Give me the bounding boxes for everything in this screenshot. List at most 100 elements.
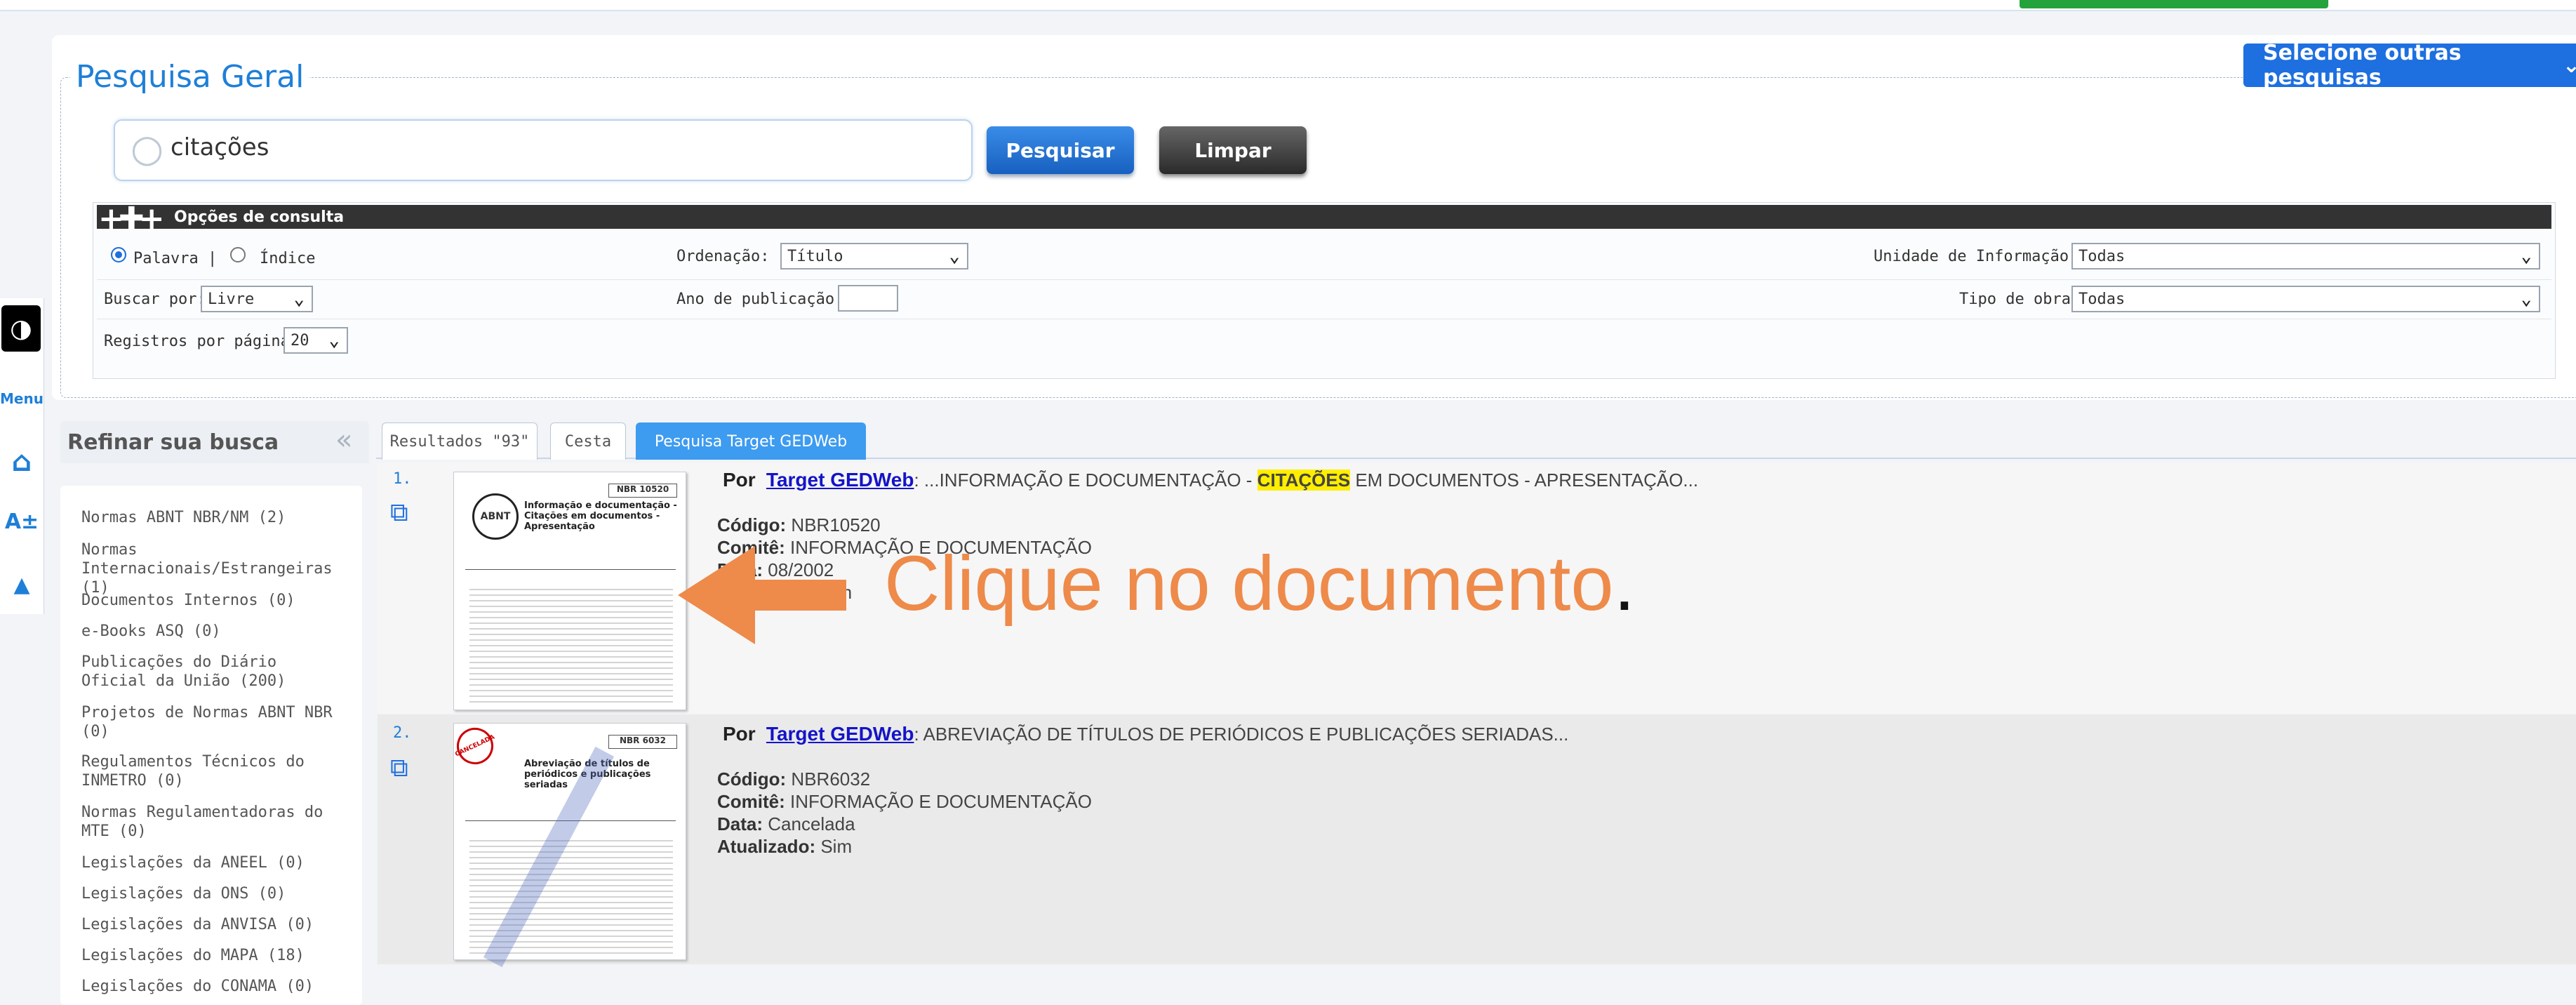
refine-item[interactable]: Legislações da ANEEL (0) bbox=[81, 853, 348, 872]
refine-item[interactable]: e-Books ASQ (0) bbox=[81, 622, 348, 641]
tab-basket[interactable]: Cesta bbox=[550, 422, 626, 460]
refine-item[interactable]: Legislações da ONS (0) bbox=[81, 884, 348, 903]
result-title-pre: : ABREVIAÇÃO DE TÍTULOS DE PERIÓDICOS E … bbox=[914, 724, 1569, 745]
radio-word[interactable] bbox=[111, 247, 126, 262]
work-type-select[interactable]: Todas ⌄ bbox=[2071, 286, 2540, 312]
result-number: 2. bbox=[393, 724, 412, 742]
chevron-down-icon: ⌄ bbox=[328, 330, 340, 351]
chevron-down-icon: ⌄ bbox=[293, 288, 305, 310]
result-por: Por bbox=[723, 723, 756, 745]
code-label: Código: bbox=[717, 768, 787, 790]
unit-label: Unidade de Informação: bbox=[1874, 248, 2078, 265]
code-label: Código: bbox=[717, 514, 787, 535]
font-size-label: A± bbox=[4, 509, 39, 534]
result-details: Código: NBR6032 Comitê: INFORMAÇÃO E DOC… bbox=[717, 768, 1092, 858]
menu-icon[interactable]: Menu bbox=[0, 375, 44, 422]
refine-header: Refinar sua busca bbox=[60, 421, 369, 463]
other-searches-dropdown[interactable]: Selecione outras pesquisas ⌄ bbox=[2243, 41, 2576, 90]
query-options-header[interactable]: Opções de consulta bbox=[97, 205, 2551, 229]
refine-item[interactable]: Publicações do Diário Oficial da União (… bbox=[81, 653, 348, 691]
search-input-value: citações bbox=[171, 133, 269, 161]
refine-list: Normas ABNT NBR/NM (2) Normas Internacio… bbox=[60, 486, 362, 1005]
refine-item[interactable]: Legislações do MAPA (18) bbox=[81, 946, 348, 965]
committee-label: Comitê: bbox=[717, 791, 785, 812]
ordering-select[interactable]: Título ⌄ bbox=[780, 243, 968, 269]
search-by-select[interactable]: Livre ⌄ bbox=[201, 286, 313, 312]
annotation-text: Clique no documento. bbox=[884, 539, 1635, 628]
thumbnail-code: NBR 6032 bbox=[608, 735, 677, 749]
result-title-pre: : ...INFORMAÇÃO E DOCUMENTAÇÃO - bbox=[914, 470, 1257, 491]
menu-icon-label: Menu bbox=[0, 390, 44, 407]
thumbnail-title: Informação e documentação - Citações em … bbox=[524, 500, 677, 532]
refine-item[interactable]: Legislações do CONAMA (0) bbox=[81, 977, 348, 996]
page-title: Pesquisa Geral bbox=[70, 59, 310, 95]
search-by-label: Buscar por: bbox=[104, 291, 206, 308]
result-date: 08/2002 bbox=[768, 559, 834, 580]
work-type-value: Todas bbox=[2078, 290, 2125, 308]
result-source-link[interactable]: Target GEDWeb bbox=[766, 469, 914, 491]
date-label: Data: bbox=[717, 813, 763, 834]
chevron-down-icon: ⌄ bbox=[949, 246, 960, 267]
annotation-arrow-icon bbox=[678, 546, 755, 644]
top-green-indicator bbox=[2020, 0, 2328, 8]
thumbnail-code: NBR 10520 bbox=[608, 484, 677, 498]
year-label: Ano de publicação: bbox=[676, 291, 844, 308]
options-row-3 bbox=[97, 320, 2551, 359]
per-page-select[interactable]: 20 ⌄ bbox=[283, 327, 348, 354]
result-source-link[interactable]: Target GEDWeb bbox=[766, 723, 914, 745]
clear-button[interactable]: Limpar bbox=[1159, 126, 1307, 174]
collapse-icon[interactable]: « bbox=[335, 424, 352, 456]
result-committee: INFORMAÇÃO E DOCUMENTAÇÃO bbox=[790, 791, 1092, 812]
result-title-highlight: CITAÇÕES bbox=[1257, 470, 1351, 491]
radio-word-label: Palavra | bbox=[133, 250, 218, 267]
annotation-dot: . bbox=[1613, 540, 1636, 627]
radio-index[interactable] bbox=[230, 247, 246, 262]
unit-value: Todas bbox=[2078, 247, 2125, 265]
refine-item[interactable]: Normas Internacionais/Estrangeiras (1) bbox=[81, 540, 348, 597]
year-input[interactable] bbox=[838, 285, 898, 312]
search-icon: ○ bbox=[131, 126, 164, 171]
chevron-down-icon: ⌄ bbox=[2521, 288, 2532, 310]
expand-plus-icon[interactable]: +✚+ bbox=[98, 201, 165, 237]
copy-icon[interactable]: ⧉ bbox=[390, 498, 408, 528]
per-page-label: Registros por página: bbox=[104, 333, 300, 350]
contrast-icon[interactable]: ◑ bbox=[1, 305, 41, 352]
result-por: Por bbox=[723, 469, 756, 491]
abnt-logo: ABNT bbox=[472, 493, 519, 540]
font-size-icon[interactable]: A± bbox=[3, 498, 41, 545]
unit-select[interactable]: Todas ⌄ bbox=[2071, 243, 2540, 269]
result-code: NBR10520 bbox=[791, 514, 881, 535]
refine-item[interactable]: Projetos de Normas ABNT NBR (0) bbox=[81, 703, 348, 741]
updated-label: Atualizado: bbox=[717, 836, 816, 857]
result-updated: Sim bbox=[820, 836, 853, 857]
result-row bbox=[378, 714, 2576, 964]
per-page-value: 20 bbox=[291, 331, 309, 350]
tab-target-gedweb[interactable]: Pesquisa Target GEDWeb bbox=[636, 422, 866, 460]
document-thumbnail[interactable]: CANCELADA NBR 6032 Abreviação de títulos… bbox=[451, 721, 686, 968]
refine-item[interactable]: Regulamentos Técnicos do INMETRO (0) bbox=[81, 752, 348, 790]
refine-item[interactable]: Normas ABNT NBR/NM (2) bbox=[81, 508, 348, 527]
search-by-value: Livre bbox=[208, 290, 255, 308]
ordering-value: Título bbox=[787, 247, 843, 265]
home-icon[interactable]: ⌂ bbox=[3, 439, 41, 485]
document-thumbnail[interactable]: ABNT NBR 10520 Informação e documentação… bbox=[453, 472, 686, 710]
annotation-arrow-body bbox=[748, 580, 846, 611]
scroll-top-icon[interactable]: ▲ bbox=[3, 561, 41, 608]
annotation-main-text: Clique no documento bbox=[884, 540, 1614, 627]
copy-icon[interactable]: ⧉ bbox=[390, 754, 408, 783]
result-title-post: EM DOCUMENTOS - APRESENTAÇÃO... bbox=[1350, 470, 1699, 491]
tab-results[interactable]: Resultados "93" bbox=[382, 422, 538, 460]
result-title-line: Por Target GEDWeb: ABREVIAÇÃO DE TÍTULOS… bbox=[723, 723, 1568, 745]
result-code: NBR6032 bbox=[791, 768, 871, 790]
result-title-line: Por Target GEDWeb: ...INFORMAÇÃO E DOCUM… bbox=[723, 469, 1698, 491]
refine-item[interactable]: Legislações da ANVISA (0) bbox=[81, 915, 348, 934]
accessibility-bar: ◑ Menu ⌂ A± ▲ bbox=[0, 298, 44, 614]
refine-item[interactable]: Normas Regulamentadoras do MTE (0) bbox=[81, 803, 348, 841]
work-type-label: Tipo de obra: bbox=[1959, 291, 2081, 308]
radio-index-label: Índice bbox=[260, 250, 316, 267]
chevron-down-icon: ⌄ bbox=[2562, 53, 2576, 78]
search-button[interactable]: Pesquisar bbox=[987, 126, 1134, 174]
refine-item[interactable]: Documentos Internos (0) bbox=[81, 591, 348, 610]
chevron-down-icon: ⌄ bbox=[2521, 246, 2532, 267]
query-options-title: Opções de consulta bbox=[174, 208, 345, 226]
